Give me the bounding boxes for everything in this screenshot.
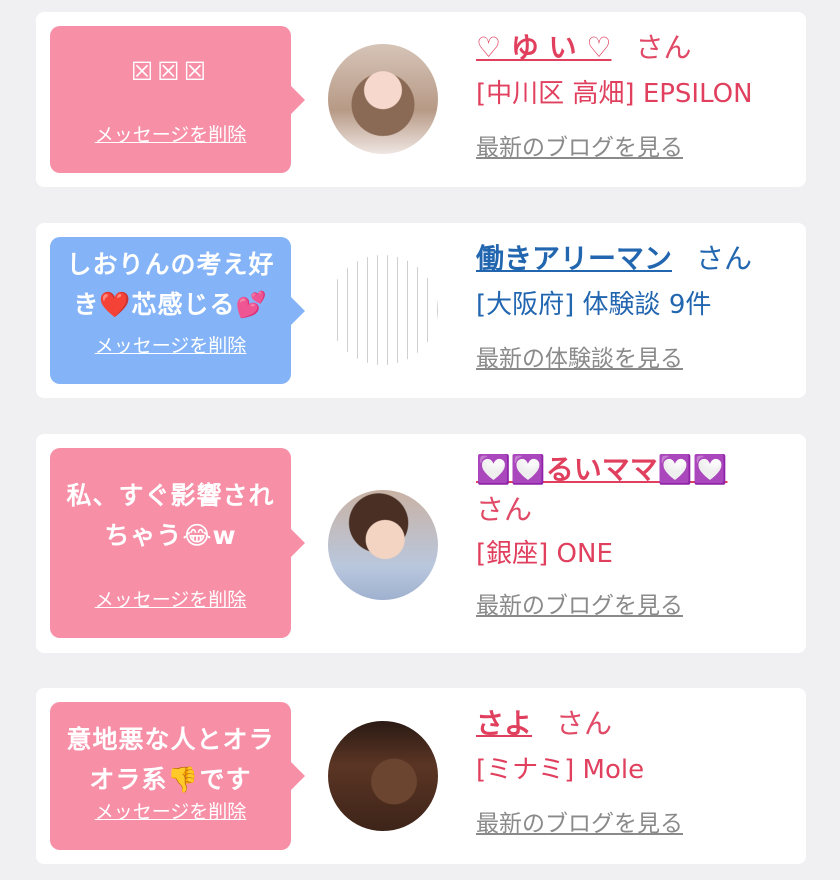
- sender-location: [ミナミ] Mole: [476, 755, 645, 785]
- latest-post-link[interactable]: 最新のブログを見る: [476, 588, 683, 624]
- sender-name-link[interactable]: さよ: [476, 707, 532, 740]
- message-bubble: ☒☒☒ メッセージを削除: [50, 26, 305, 173]
- message-list: ☒☒☒ メッセージを削除 ♡ ゆ い ♡ さん [中川区 高畑] EPSILON …: [0, 0, 840, 880]
- message-text: 私、すぐ影響されちゃう😂w: [66, 481, 275, 550]
- avatar[interactable]: [328, 490, 438, 600]
- sender-name-row: ♡ ゆ い ♡ さん: [476, 28, 796, 68]
- message-card: 意地悪な人とオラオラ系👎です メッセージを削除 さよ さん [ミナミ] Mole …: [36, 688, 806, 864]
- sender-name-row: 働きアリーマン さん: [476, 239, 796, 279]
- message-bubble: 意地悪な人とオラオラ系👎です メッセージを削除: [50, 702, 305, 850]
- sender-info: 働きアリーマン さん [大阪府] 体験談 9件 最新の体験談を見る: [476, 239, 796, 377]
- sender-info: さよ さん [ミナミ] Mole 最新のブログを見る: [476, 704, 796, 842]
- avatar[interactable]: [328, 44, 438, 154]
- message-text: しおりんの考え好き❤️芯感じる💕: [66, 250, 275, 319]
- message-card: 私、すぐ影響されちゃう😂w メッセージを削除 💟💟るいママ💟💟 さん [銀座] …: [36, 434, 806, 653]
- message-card: しおりんの考え好き❤️芯感じる💕 メッセージを削除 働きアリーマン さん [大阪府…: [36, 223, 806, 398]
- honorific: さん: [635, 31, 692, 64]
- delete-message-link[interactable]: メッセージを削除: [50, 585, 291, 612]
- message-card: ☒☒☒ メッセージを削除 ♡ ゆ い ♡ さん [中川区 高畑] EPSILON …: [36, 12, 806, 187]
- message-text: ☒☒☒: [130, 57, 211, 86]
- delete-message-link[interactable]: メッセージを削除: [50, 797, 291, 824]
- honorific: さん: [476, 493, 533, 526]
- message-bubble: しおりんの考え好き❤️芯感じる💕 メッセージを削除: [50, 237, 305, 384]
- honorific: さん: [696, 242, 753, 275]
- delete-message-link[interactable]: メッセージを削除: [50, 331, 291, 358]
- honorific: さん: [556, 707, 613, 740]
- message-bubble: 私、すぐ影響されちゃう😂w メッセージを削除: [50, 448, 305, 638]
- message-text: 意地悪な人とオラオラ系👎です: [66, 725, 275, 794]
- delete-message-link[interactable]: メッセージを削除: [50, 120, 291, 147]
- sender-name-link[interactable]: 💟💟るいママ💟💟: [476, 453, 727, 486]
- sender-name-link[interactable]: ♡ ゆ い ♡: [476, 31, 611, 64]
- sender-name-link[interactable]: 働きアリーマン: [476, 242, 672, 275]
- sender-name-row: さよ さん: [476, 704, 796, 744]
- sender-name-row: 💟💟るいママ💟💟 さん: [476, 450, 796, 530]
- sender-location: [中川区 高畑] EPSILON: [476, 79, 753, 109]
- sender-location: [銀座] ONE: [476, 539, 613, 569]
- latest-post-link[interactable]: 最新のブログを見る: [476, 130, 683, 166]
- avatar[interactable]: [328, 255, 438, 365]
- latest-post-link[interactable]: 最新の体験談を見る: [476, 341, 683, 377]
- sender-info: ♡ ゆ い ♡ さん [中川区 高畑] EPSILON 最新のブログを見る: [476, 28, 796, 166]
- sender-location: [大阪府] 体験談 9件: [476, 290, 712, 320]
- avatar[interactable]: [328, 721, 438, 831]
- sender-info: 💟💟るいママ💟💟 さん [銀座] ONE 最新のブログを見る: [476, 450, 796, 624]
- latest-post-link[interactable]: 最新のブログを見る: [476, 806, 683, 842]
